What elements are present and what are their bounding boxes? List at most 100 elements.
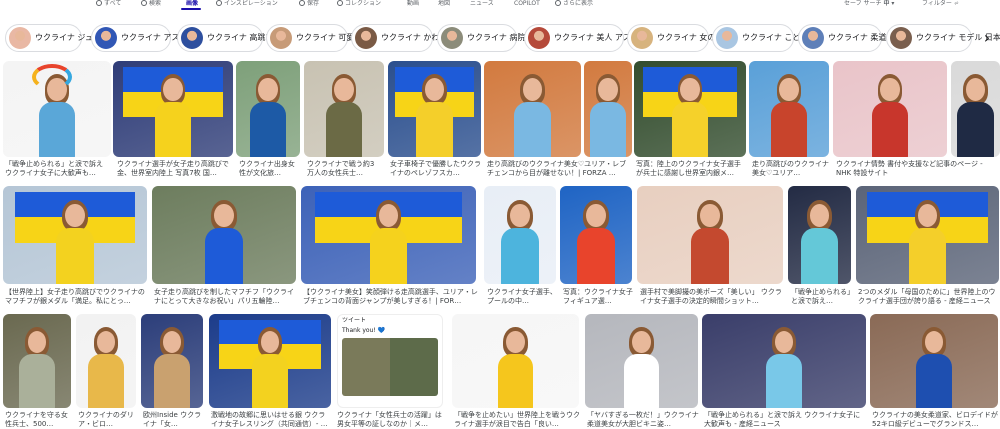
- image-caption[interactable]: 写真：陸上のウクライナ女子選手が兵士に感謝し世界室内銀メ…: [636, 160, 744, 178]
- body-shape: [205, 228, 243, 284]
- image-caption[interactable]: 走り高跳びのウクライナ美女♡ユリア…: [752, 160, 830, 178]
- chip-junior[interactable]: ウクライナ ジュニア: [5, 24, 109, 52]
- chip-judo[interactable]: ウクライナ 柔道 美女: [798, 24, 905, 52]
- image-caption[interactable]: 2つのメダル「母国のために」世界陸上のウクライナ選手団が誇り語る - 産経ニュー…: [858, 288, 998, 306]
- image-caption[interactable]: ウクライナ「女性兵士の活躍」は男女平等の証しなのか｜メ…: [337, 411, 447, 429]
- tab-videos[interactable]: 動画: [407, 0, 419, 8]
- image-caption[interactable]: 【ウクライナ美女】笑顔弾ける走高跳選手、ユリア・レブチェンコの背面ジャンプが美し…: [303, 288, 481, 306]
- tab-label: すべて: [104, 0, 122, 7]
- image-result[interactable]: [301, 186, 476, 284]
- image-caption[interactable]: 「戦争止められる」と涙で訴え ウクライナ女子に大歓声も - 産経ニュース: [704, 411, 866, 429]
- image-result[interactable]: [484, 186, 556, 284]
- body-shape: [249, 102, 287, 157]
- body-shape: [908, 228, 947, 284]
- image-caption[interactable]: ウクライナの美女柔道家、ビロデイドが52キロ級デビューでグランドス…: [872, 411, 998, 429]
- tab-more[interactable]: さらに表示: [555, 0, 593, 8]
- image-caption[interactable]: 「ヤバすぎる一枚だ！」ウクライナ柔道美女が大胆ビキニ姿…: [587, 411, 699, 429]
- image-caption[interactable]: ウクライナを守る女性兵士、500…: [5, 411, 71, 429]
- image-result[interactable]: [141, 314, 203, 408]
- tab-maps[interactable]: 地図: [438, 0, 450, 8]
- tab-label: COPILOT: [514, 0, 540, 7]
- chip-athlete[interactable]: ウクライナ アスリート: [91, 24, 203, 52]
- face-shape: [214, 203, 234, 228]
- collection-icon: [337, 0, 343, 6]
- image-caption[interactable]: 激戦地の故郷に思いはせる銀 ウクライナ女子レスリング（共同通信）- …: [211, 411, 331, 429]
- image-caption[interactable]: 欧州Inside ウクライナ「女…: [143, 411, 203, 429]
- image-caption[interactable]: 選手村で美脚撮の美ポーズ「美しい」 ウクライナ女子選手の決定的瞬間ショット…: [640, 288, 782, 306]
- body-shape: [916, 354, 952, 408]
- tab-news[interactable]: ニュース: [470, 0, 494, 8]
- filter-button[interactable]: フィルター ⩫: [922, 0, 959, 8]
- image-caption[interactable]: 女子車椅子で優勝したウクライナのペレゾフスカ…: [390, 160, 482, 178]
- image-result[interactable]: [484, 61, 581, 157]
- image-result[interactable]: [585, 314, 698, 408]
- tab-label: 画像: [186, 0, 199, 7]
- safe-search-dropdown[interactable]: セーフ サーチ 中 ▾: [844, 0, 894, 8]
- safe-search-label: セーフ サーチ: [844, 0, 882, 7]
- image-result[interactable]: [637, 186, 783, 284]
- image-caption[interactable]: 「戦争止められる」と涙で訴え ウクライナ女子に大歓声も…: [5, 160, 109, 178]
- image-result[interactable]: [833, 61, 947, 157]
- image-caption[interactable]: 走り高跳びのウクライナ美女♡ユリア・レブチェンコから目が離せない！| FORZA…: [487, 160, 629, 178]
- image-result[interactable]: [152, 186, 296, 284]
- face-shape: [65, 203, 85, 228]
- image-result[interactable]: [3, 186, 147, 284]
- image-result[interactable]: [236, 61, 300, 157]
- image-result[interactable]: [634, 61, 746, 157]
- image-caption[interactable]: ウクライナ出身女性が文化旅…: [239, 160, 299, 178]
- tab-saved[interactable]: 保存: [299, 0, 319, 8]
- image-result[interactable]: [584, 61, 632, 157]
- image-result[interactable]: [209, 314, 331, 408]
- chip-thumbnail: [802, 27, 824, 49]
- tab-all[interactable]: すべて: [96, 0, 121, 8]
- image-result[interactable]: [304, 61, 384, 157]
- chip-cute[interactable]: ウクライナ 可愛い: [266, 24, 362, 52]
- tab-copilot[interactable]: COPILOT: [514, 0, 540, 8]
- image-result[interactable]: [951, 61, 1000, 157]
- image-result[interactable]: [788, 186, 851, 284]
- chip-high-jump[interactable]: ウクライナ 高跳び 女子: [177, 24, 292, 52]
- body-shape: [691, 228, 729, 284]
- body-shape: [38, 102, 76, 157]
- image-caption[interactable]: 「戦争止められる」と涙で訴え…: [791, 288, 853, 306]
- image-caption[interactable]: ウクライナ選手が女子走り高跳びで金、世界室内陸上 写真7枚 国…: [117, 160, 229, 178]
- chip-model-japan[interactable]: ウクライナ モデル 日本: [886, 24, 1000, 52]
- image-result[interactable]: [76, 314, 136, 408]
- chip-kawaii[interactable]: ウクライナ かわいい: [351, 24, 455, 52]
- image-caption[interactable]: ウクライナで戦う約3万人の女性兵士…: [307, 160, 381, 178]
- image-caption[interactable]: ウクライナのダリア・ビロ…: [78, 411, 138, 429]
- tab-search[interactable]: 検索: [141, 0, 161, 8]
- tab-inspiration[interactable]: インスピレーション: [216, 0, 278, 8]
- body-shape: [497, 354, 534, 408]
- chip-beauty-athlete[interactable]: ウクライナ 美人 アスリート: [524, 24, 655, 52]
- image-caption[interactable]: 写真：ウクライナ女子フィギュア選…: [563, 288, 635, 306]
- tab-images[interactable]: 画像: [186, 0, 198, 8]
- tab-collections[interactable]: コレクション: [337, 0, 381, 8]
- related-chips: ウクライナ ジュニア ウクライナ アスリート ウクライナ 高跳び 女子 ウクライ…: [0, 24, 1000, 54]
- image-result[interactable]: [452, 314, 579, 408]
- chip-thumbnail: [528, 27, 550, 49]
- image-result[interactable]: [702, 314, 866, 408]
- tab-label: コレクション: [345, 0, 382, 7]
- face-shape: [598, 78, 618, 102]
- image-caption[interactable]: ウクライナ女子選手、プールの中…: [487, 288, 559, 306]
- image-caption[interactable]: 「戦争を止めたい」世界陸上を戦うウクライナ選手が涙目で告白「良い…: [454, 411, 580, 429]
- image-result[interactable]: [388, 61, 481, 157]
- body-shape: [623, 354, 660, 408]
- image-result[interactable]: [870, 314, 998, 408]
- chip-girl[interactable]: ウクライナ 女の子: [627, 24, 723, 52]
- face-shape: [632, 330, 651, 354]
- chip-hospital[interactable]: ウクライナ 病院: [437, 24, 525, 52]
- active-tab-indicator: [181, 8, 201, 10]
- chip-children[interactable]: ウクライナ こども: [712, 24, 808, 52]
- image-caption[interactable]: 女子走り高跳びを制したマフチフ「ウクライナにとって大きなお祝い」パリ五輪陸…: [154, 288, 296, 306]
- chevron-right-icon[interactable]: ›: [978, 25, 996, 51]
- image-result[interactable]: [3, 314, 71, 408]
- image-caption[interactable]: 【世界陸上】女子走り高跳びでウクライナのマフチフが銀メダル「満足。私にとっ…: [5, 288, 147, 306]
- image-result[interactable]: [113, 61, 233, 157]
- image-result[interactable]: [560, 186, 632, 284]
- face-shape: [334, 78, 354, 102]
- image-result[interactable]: [749, 61, 829, 157]
- image-result[interactable]: [856, 186, 999, 284]
- image-caption[interactable]: ウクライナ情勢 書付や支援など記事のページ - NHK 特設サイト: [836, 160, 998, 178]
